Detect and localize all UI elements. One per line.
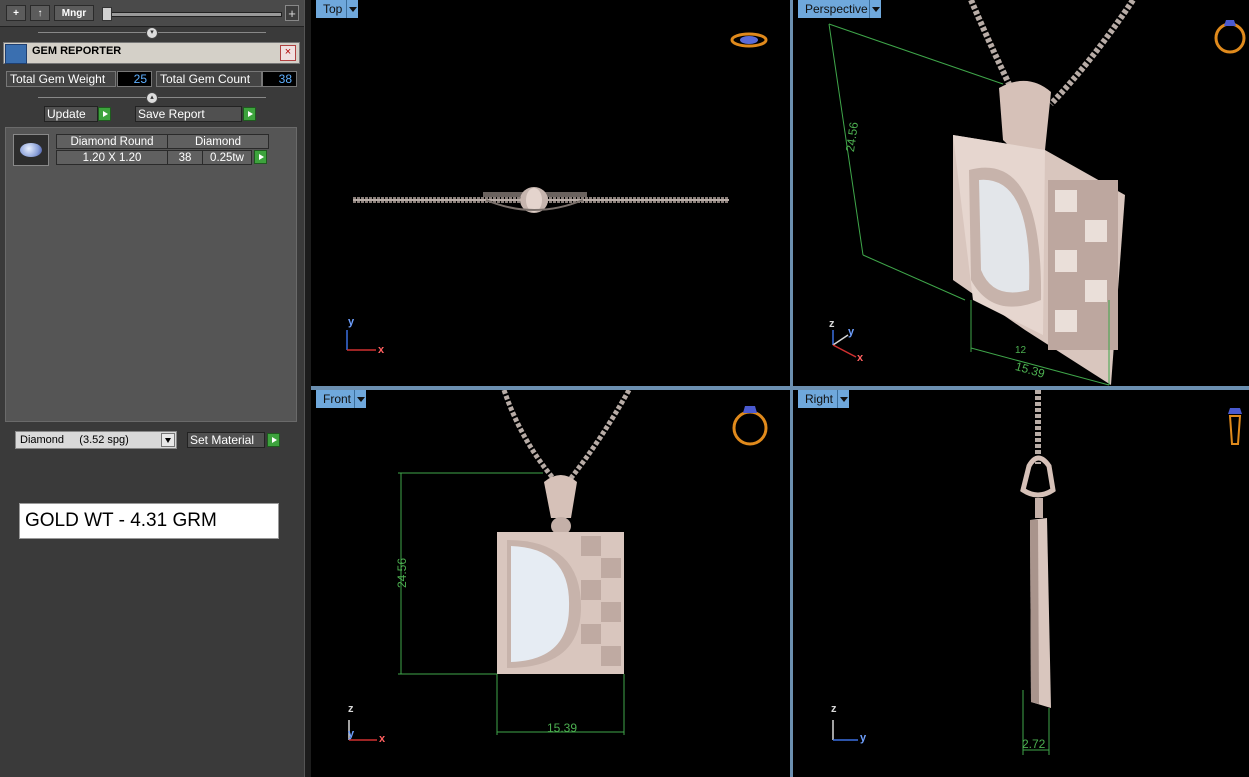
axis-y-label: y	[348, 316, 355, 328]
viewport-right-label[interactable]: Right	[798, 390, 841, 408]
viewport-front[interactable]: 24.56 15.39 z y x Front	[311, 390, 790, 777]
ring-icon	[730, 32, 768, 48]
gem-shape-header: Diamond Round	[56, 134, 168, 149]
viewport-right-menu-icon[interactable]	[837, 390, 849, 408]
panel-toolbar: + ↑ Mngr +	[0, 0, 304, 27]
front-height-dimension: 24.56	[395, 557, 410, 589]
viewport-top[interactable]: y x Top	[311, 0, 790, 386]
axis-z-label: z	[348, 703, 354, 715]
set-material-button[interactable]: Set Material	[187, 432, 265, 448]
expand-button[interactable]: +	[285, 5, 299, 21]
axis-z-label: z	[831, 703, 837, 715]
total-gem-weight-value: 25	[117, 71, 152, 87]
panel-splitter[interactable]	[304, 0, 311, 777]
gold-weight-label: GOLD WT - 4.31 GRM	[19, 503, 279, 539]
material-select-value: Diamond (3.52 spg)	[20, 434, 129, 446]
gem-material-header: Diamond	[167, 134, 269, 149]
save-report-arrow-icon[interactable]	[243, 107, 256, 121]
viewport-divider-vertical[interactable]	[790, 0, 793, 777]
axis-y-label: y	[860, 732, 867, 744]
panel-slider-thumb[interactable]	[102, 7, 112, 21]
gem-reporter-title: GEM REPORTER	[32, 45, 122, 57]
perspective-view-model	[828, 0, 1246, 386]
axis-x-label: x	[379, 733, 386, 745]
add-button[interactable]: +	[6, 5, 26, 21]
set-material-arrow-icon[interactable]	[267, 433, 280, 447]
axis-y-label: y	[848, 326, 855, 338]
ring-icon	[1214, 20, 1246, 54]
chevron-down-icon[interactable]	[161, 433, 175, 447]
gem-count-cell: 38	[167, 150, 203, 165]
gem-size-cell: 1.20 X 1.20	[56, 150, 168, 165]
move-up-button[interactable]: ↑	[30, 5, 50, 21]
pendant-icon	[1228, 408, 1242, 445]
update-button[interactable]: Update	[44, 106, 98, 122]
front-width-dimension: 15.39	[547, 721, 578, 735]
axis-y-label: y	[348, 728, 355, 740]
axis-x-label: x	[378, 344, 385, 356]
gem-weight-cell: 0.25tw	[202, 150, 252, 165]
axis-x-label: x	[857, 352, 864, 364]
gem-list: Diamond Round Diamond 1.20 X 1.20 38 0.2…	[5, 127, 297, 422]
viewport-right[interactable]: 2.72 z y Right	[793, 390, 1249, 777]
panel-slider-track[interactable]	[104, 12, 282, 17]
update-arrow-icon[interactable]	[98, 107, 111, 121]
top-view-model	[346, 32, 768, 351]
gem-reporter-header: GEM REPORTER ×	[3, 42, 300, 64]
viewport-front-menu-icon[interactable]	[354, 390, 366, 408]
perspective-depth-dimension: 12	[1015, 345, 1027, 356]
viewport-front-label[interactable]: Front	[316, 390, 359, 408]
viewport-divider-horizontal[interactable]	[311, 386, 1249, 390]
ring-icon	[732, 406, 768, 446]
total-gem-weight-label: Total Gem Weight	[6, 71, 116, 87]
close-icon[interactable]: ×	[280, 45, 296, 61]
viewport-perspective-label[interactable]: Perspective	[798, 0, 875, 18]
diamond-icon	[20, 143, 42, 157]
gem-reporter-icon	[5, 44, 27, 64]
viewport-top-menu-icon[interactable]	[346, 0, 358, 18]
front-view-model	[348, 390, 768, 741]
collapse-handle-icon[interactable]: ▾	[146, 27, 158, 39]
right-view-model	[832, 390, 1242, 755]
manager-button[interactable]: Mngr	[54, 5, 94, 21]
viewport-top-label[interactable]: Top	[316, 0, 350, 18]
viewport-perspective-menu-icon[interactable]	[869, 0, 881, 18]
gem-reporter-panel: + ↑ Mngr + ▾ GEM REPORTER × Total Gem We…	[0, 0, 304, 777]
axis-z-label: z	[829, 318, 835, 330]
material-select[interactable]: Diamond (3.52 spg)	[15, 431, 177, 449]
gem-thumbnail[interactable]	[13, 134, 49, 166]
collapse-handle-icon[interactable]: ▴	[146, 92, 158, 104]
save-report-button[interactable]: Save Report	[135, 106, 242, 122]
total-gem-count-value: 38	[262, 71, 297, 87]
viewport-perspective[interactable]: 24.56 15.39 12 z y x Perspective	[793, 0, 1249, 386]
gem-row-arrow-icon[interactable]	[254, 150, 267, 164]
total-gem-count-label: Total Gem Count	[156, 71, 262, 87]
right-width-dimension: 2.72	[1022, 737, 1046, 751]
